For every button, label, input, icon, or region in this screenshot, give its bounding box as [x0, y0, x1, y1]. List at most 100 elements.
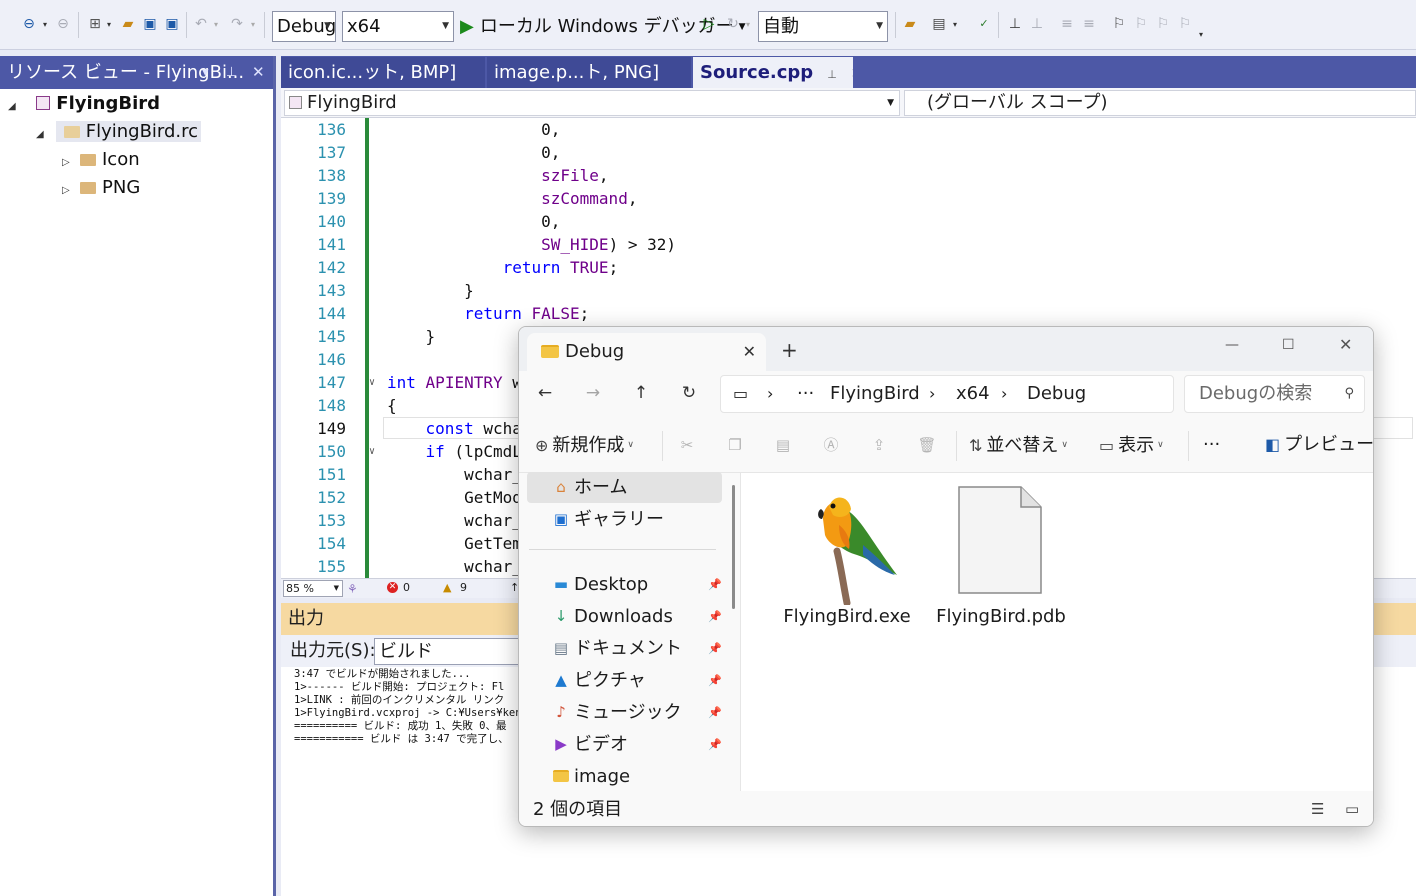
uncomment-icon[interactable]: ≡: [1080, 15, 1098, 33]
up-arrow-icon[interactable]: ↑: [629, 381, 653, 405]
back-arrow-icon[interactable]: ←: [533, 381, 557, 405]
paste-icon[interactable]: ▤: [773, 435, 793, 455]
panel-dropdown-icon[interactable]: ▾: [202, 56, 209, 89]
address-bar[interactable]: ▭ › ··· FlyingBird › x64 › Debug: [720, 375, 1174, 413]
code-line[interactable]: 140 0,: [281, 210, 1416, 233]
collapse-icon[interactable]: ∨: [369, 440, 375, 463]
explorer-tab[interactable]: Debug ✕: [527, 333, 766, 371]
cut-icon[interactable]: ✂: [677, 435, 697, 455]
project-scope-combo[interactable]: FlyingBird ▼: [284, 90, 900, 116]
large-icons-view-icon[interactable]: ▭: [1345, 791, 1359, 826]
pin-icon[interactable]: 📌: [708, 665, 722, 696]
align-right-icon[interactable]: ⊥: [1028, 15, 1046, 33]
error-icon[interactable]: ✕: [387, 582, 398, 593]
nav-item-gallery[interactable]: ▣ ギャラリー: [527, 504, 722, 535]
warning-icon[interactable]: ▲: [443, 579, 451, 597]
copy-icon[interactable]: ❐: [725, 435, 745, 455]
comment-icon[interactable]: ≡: [1058, 15, 1076, 33]
pin-icon[interactable]: 📌: [708, 697, 722, 728]
redo-icon[interactable]: ↷: [228, 15, 246, 33]
new-tab-button[interactable]: +: [781, 335, 798, 365]
code-line[interactable]: 141 SW_HIDE) > 32): [281, 233, 1416, 256]
refresh-icon[interactable]: ↻: [677, 381, 701, 405]
code-line[interactable]: 143 }: [281, 279, 1416, 302]
code-line[interactable]: 139 szCommand,: [281, 187, 1416, 210]
undo-dropdown-icon[interactable]: ▾: [214, 20, 218, 29]
new-project-icon[interactable]: ⊞: [86, 15, 104, 33]
nav-item-pictures[interactable]: ▲ ピクチャ 📌: [527, 665, 722, 696]
configuration-combo[interactable]: Debug ▼: [272, 11, 336, 42]
open-folder-icon[interactable]: ▰: [119, 15, 137, 33]
zoom-combo[interactable]: 85 % ▼: [283, 580, 343, 597]
nav-item-downloads[interactable]: ↓ Downloads 📌: [527, 601, 722, 632]
toolbar-overflow-icon[interactable]: ▾: [1199, 30, 1203, 39]
breadcrumb-item[interactable]: FlyingBird: [830, 376, 920, 412]
close-tab-icon[interactable]: ✕: [743, 333, 756, 371]
code-line[interactable]: 136 0,: [281, 118, 1416, 141]
pin-icon[interactable]: ⊥: [226, 56, 237, 89]
global-scope-combo[interactable]: (グローバル スコープ): [904, 90, 1416, 116]
auto-combo[interactable]: 自動 ▼: [758, 11, 888, 42]
bookmark-icon[interactable]: ⚐: [1110, 15, 1128, 33]
forward-icon[interactable]: ⊖: [54, 15, 72, 33]
error-count[interactable]: 0: [403, 579, 410, 597]
breadcrumb-item[interactable]: Debug: [1027, 376, 1086, 412]
clear-bookmarks-icon[interactable]: ⚐: [1176, 15, 1194, 33]
rename-icon[interactable]: Ⓐ: [821, 435, 841, 455]
close-window-button[interactable]: ✕: [1339, 335, 1352, 355]
minimize-button[interactable]: —: [1225, 335, 1239, 355]
nav-item-desktop[interactable]: ▬ Desktop 📌: [527, 569, 722, 600]
browse-folder-icon[interactable]: ▰: [901, 15, 919, 33]
new-button[interactable]: ⊕ 新規作成 ∨: [535, 431, 634, 460]
collapsed-icon[interactable]: ▷: [62, 151, 76, 175]
file-item-pdb[interactable]: FlyingBird.pdb: [931, 479, 1071, 629]
pin-icon[interactable]: 📌: [708, 633, 722, 664]
pin-icon[interactable]: 📌: [708, 569, 722, 600]
code-line[interactable]: 142 return TRUE;: [281, 256, 1416, 279]
window-layout-icon[interactable]: ▤: [930, 15, 948, 33]
code-line[interactable]: 144 return FALSE;: [281, 302, 1416, 325]
hot-reload-dropdown-icon[interactable]: ▾: [746, 20, 750, 29]
warning-count[interactable]: 9: [460, 579, 467, 597]
next-bookmark-icon[interactable]: ⚐: [1154, 15, 1172, 33]
platform-combo[interactable]: x64 ▼: [342, 11, 454, 42]
tab-source-cpp[interactable]: Source.cpp ⊥ ✕: [693, 57, 853, 88]
back-dropdown-icon[interactable]: ▾: [43, 20, 47, 29]
close-icon[interactable]: ✕: [252, 56, 265, 89]
sort-button[interactable]: ⇅ 並べ替え ∨: [969, 431, 1068, 460]
code-line[interactable]: 137 0,: [281, 141, 1416, 164]
nav-item-image[interactable]: image: [527, 761, 722, 792]
start-without-debugging-icon[interactable]: ▷: [700, 15, 718, 33]
details-view-icon[interactable]: ☰: [1311, 791, 1324, 826]
nav-item-documents[interactable]: ▤ ドキュメント 📌: [527, 633, 722, 664]
prev-bookmark-icon[interactable]: ⚐: [1132, 15, 1150, 33]
nav-item-home[interactable]: ⌂ ホーム: [527, 472, 722, 503]
code-line[interactable]: 138 szFile,: [281, 164, 1416, 187]
layout-dropdown-icon[interactable]: ▾: [953, 20, 957, 29]
see-more-button[interactable]: ···: [1203, 431, 1220, 459]
hot-reload-icon[interactable]: ↻: [724, 15, 742, 33]
tab-image-png[interactable]: image.p...ト, PNG]: [487, 57, 691, 88]
tree-node-png[interactable]: ▷ PNG: [62, 176, 140, 203]
preview-button[interactable]: ◧ プレビュー: [1265, 431, 1373, 459]
close-icon[interactable]: ✕: [851, 66, 853, 82]
align-icon[interactable]: ⊥: [1006, 15, 1024, 33]
back-icon[interactable]: ⊖: [20, 15, 38, 33]
pin-icon[interactable]: 📌: [708, 729, 722, 760]
more-locations-icon[interactable]: ···: [797, 376, 814, 412]
tab-icon-bmp[interactable]: icon.ic...ット, BMP]: [281, 57, 485, 88]
search-input[interactable]: Debugの検索 ⚲: [1184, 375, 1365, 413]
nav-scrollbar[interactable]: [732, 485, 735, 609]
save-all-icon[interactable]: ▣: [163, 15, 181, 33]
intellicode-icon[interactable]: ⚘: [347, 580, 358, 598]
forward-arrow-icon[interactable]: →: [581, 381, 605, 405]
file-item-exe[interactable]: FlyingBird.exe: [777, 479, 917, 629]
collapse-icon[interactable]: ∨: [369, 371, 375, 394]
pin-icon[interactable]: 📌: [708, 601, 722, 632]
spellcheck-icon[interactable]: ✓: [975, 15, 993, 33]
new-dropdown-icon[interactable]: ▾: [107, 20, 111, 29]
save-icon[interactable]: ▣: [141, 15, 159, 33]
maximize-button[interactable]: ☐: [1282, 335, 1295, 355]
share-icon[interactable]: ⇪: [869, 435, 889, 455]
expanded-icon[interactable]: ◢: [8, 95, 22, 119]
